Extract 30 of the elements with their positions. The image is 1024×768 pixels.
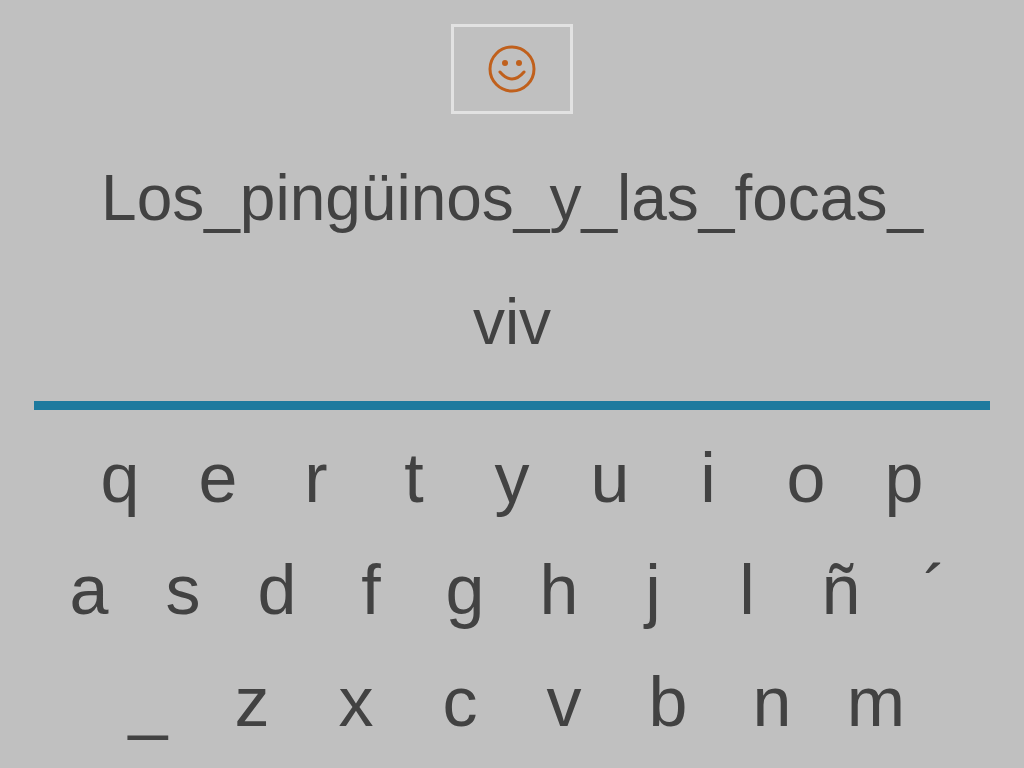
letter-key[interactable]: s [136, 545, 230, 635]
letter-key[interactable]: l [700, 545, 794, 635]
sentence-text: viv [472, 285, 552, 360]
letter-key[interactable]: u [561, 433, 659, 523]
letter-key[interactable]: h [512, 545, 606, 635]
letter-key[interactable]: z [200, 657, 304, 747]
letter-key[interactable]: r [267, 433, 365, 523]
letter-key[interactable]: g [418, 545, 512, 635]
letter-key[interactable]: ñ [794, 545, 888, 635]
letter-key[interactable]: o [757, 433, 855, 523]
letter-key[interactable]: y [463, 433, 561, 523]
letter-key[interactable]: v [512, 657, 616, 747]
letter-key[interactable]: p [855, 433, 953, 523]
letter-key[interactable]: ´ [888, 545, 982, 635]
letter-key[interactable]: _ [96, 657, 200, 747]
letter-key[interactable]: i [659, 433, 757, 523]
letter-key[interactable]: j [606, 545, 700, 635]
letter-key[interactable]: f [324, 545, 418, 635]
letter-key[interactable]: t [365, 433, 463, 523]
letter-key[interactable]: e [169, 433, 267, 523]
letter-key[interactable]: c [408, 657, 512, 747]
letter-key[interactable]: d [230, 545, 324, 635]
sentence-text: Los_pingüinos_y_las_focas_ [101, 161, 923, 236]
smiley-icon [487, 44, 537, 94]
letter-key[interactable]: x [304, 657, 408, 747]
letter-key[interactable]: n [720, 657, 824, 747]
letter-key[interactable]: b [616, 657, 720, 747]
letter-key[interactable]: a [42, 545, 136, 635]
letter-key[interactable]: m [824, 657, 928, 747]
letter-key[interactable]: q [71, 433, 169, 523]
